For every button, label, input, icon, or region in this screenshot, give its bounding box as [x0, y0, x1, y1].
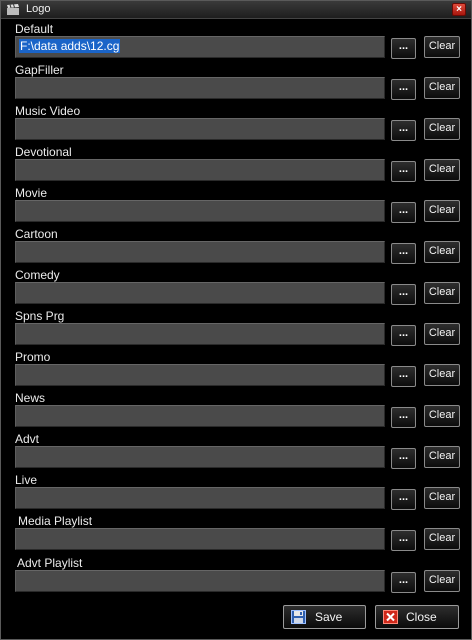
- logo-row-media-playlist: Media Playlist... Clear: [1, 513, 471, 554]
- window-title: Logo: [26, 3, 51, 15]
- clear-button-advt[interactable]: Clear: [424, 446, 460, 468]
- logo-row-promo: Promo... Clear: [1, 349, 471, 390]
- clear-button-gapfiller[interactable]: Clear: [424, 77, 460, 99]
- browse-button-music-video[interactable]: ...: [391, 120, 416, 141]
- browse-button-advt-playlist[interactable]: ...: [391, 572, 416, 593]
- row-label-news: News: [15, 391, 46, 405]
- save-button[interactable]: Save: [283, 605, 366, 629]
- path-field-advt[interactable]: [15, 446, 385, 468]
- save-button-label: Save: [315, 610, 343, 624]
- logo-row-advt-playlist: Advt Playlist... Clear: [1, 555, 471, 596]
- floppy-disk-icon: [291, 610, 306, 624]
- browse-button-cartoon[interactable]: ...: [391, 243, 416, 264]
- clear-button-movie[interactable]: Clear: [424, 200, 460, 222]
- path-field-cartoon[interactable]: [15, 241, 385, 263]
- clear-button-cartoon[interactable]: Clear: [424, 241, 460, 263]
- path-field-music-video[interactable]: [15, 118, 385, 140]
- browse-button-devotional[interactable]: ...: [391, 161, 416, 182]
- path-field-movie[interactable]: [15, 200, 385, 222]
- row-label-advt-playlist: Advt Playlist: [17, 556, 83, 570]
- row-label-promo: Promo: [15, 350, 51, 364]
- row-label-cartoon: Cartoon: [15, 227, 58, 241]
- row-label-media-playlist: Media Playlist: [18, 514, 93, 528]
- close-button[interactable]: Close: [375, 605, 459, 629]
- row-label-devotional: Devotional: [15, 145, 72, 159]
- clear-button-media-playlist[interactable]: Clear: [424, 528, 460, 550]
- logo-row-live: Live... Clear: [1, 472, 471, 513]
- logo-row-spns-prg: Spns Prg... Clear: [1, 308, 471, 349]
- window-close-button[interactable]: ×: [452, 3, 466, 16]
- path-field-media-playlist[interactable]: [15, 528, 385, 550]
- browse-button-gapfiller[interactable]: ...: [391, 79, 416, 100]
- clear-button-music-video[interactable]: Clear: [424, 118, 460, 140]
- path-value: F:\data adds\12.cg: [19, 39, 121, 53]
- logo-row-cartoon: Cartoon... Clear: [1, 226, 471, 267]
- path-field-advt-playlist[interactable]: [15, 570, 385, 592]
- clear-button-live[interactable]: Clear: [424, 487, 460, 509]
- clear-button-default[interactable]: Clear: [424, 36, 460, 58]
- browse-button-comedy[interactable]: ...: [391, 284, 416, 305]
- path-field-live[interactable]: [15, 487, 385, 509]
- row-label-default: Default: [15, 22, 54, 36]
- path-field-promo[interactable]: [15, 364, 385, 386]
- path-field-devotional[interactable]: [15, 159, 385, 181]
- clear-button-advt-playlist[interactable]: Clear: [424, 570, 460, 592]
- title-bar[interactable]: Logo ×: [1, 1, 471, 19]
- browse-button-default[interactable]: ...: [391, 38, 416, 59]
- row-label-comedy: Comedy: [15, 268, 60, 282]
- browse-button-live[interactable]: ...: [391, 489, 416, 510]
- browse-button-promo[interactable]: ...: [391, 366, 416, 387]
- logo-dialog: Logo × Default F:\data adds\12.cg... Clear…: [0, 0, 472, 640]
- logo-row-music-video: Music Video... Clear: [1, 103, 471, 144]
- path-field-news[interactable]: [15, 405, 385, 427]
- close-x-icon: [383, 610, 398, 624]
- logo-row-advt: Advt... Clear: [1, 431, 471, 472]
- logo-row-default: Default F:\data adds\12.cg... Clear: [1, 21, 471, 62]
- row-label-music-video: Music Video: [15, 104, 81, 118]
- logo-row-movie: Movie... Clear: [1, 185, 471, 226]
- browse-button-news[interactable]: ...: [391, 407, 416, 428]
- row-label-gapfiller: GapFiller: [15, 63, 64, 77]
- clear-button-devotional[interactable]: Clear: [424, 159, 460, 181]
- path-field-spns-prg[interactable]: [15, 323, 385, 345]
- path-field-gapfiller[interactable]: [15, 77, 385, 99]
- logo-row-comedy: Comedy... Clear: [1, 267, 471, 308]
- row-label-advt: Advt: [15, 432, 40, 446]
- logo-row-gapfiller: GapFiller... Clear: [1, 62, 471, 103]
- row-label-live: Live: [15, 473, 38, 487]
- logo-row-news: News... Clear: [1, 390, 471, 431]
- row-label-spns-prg: Spns Prg: [15, 309, 65, 323]
- row-label-movie: Movie: [15, 186, 48, 200]
- clear-button-spns-prg[interactable]: Clear: [424, 323, 460, 345]
- path-field-default[interactable]: F:\data adds\12.cg: [15, 36, 385, 58]
- close-button-label: Close: [406, 610, 437, 624]
- clear-button-comedy[interactable]: Clear: [424, 282, 460, 304]
- logo-row-devotional: Devotional... Clear: [1, 144, 471, 185]
- browse-button-spns-prg[interactable]: ...: [391, 325, 416, 346]
- browse-button-movie[interactable]: ...: [391, 202, 416, 223]
- browse-button-media-playlist[interactable]: ...: [391, 530, 416, 551]
- path-field-comedy[interactable]: [15, 282, 385, 304]
- clear-button-promo[interactable]: Clear: [424, 364, 460, 386]
- clapperboard-icon: [7, 4, 19, 15]
- clear-button-news[interactable]: Clear: [424, 405, 460, 427]
- browse-button-advt[interactable]: ...: [391, 448, 416, 469]
